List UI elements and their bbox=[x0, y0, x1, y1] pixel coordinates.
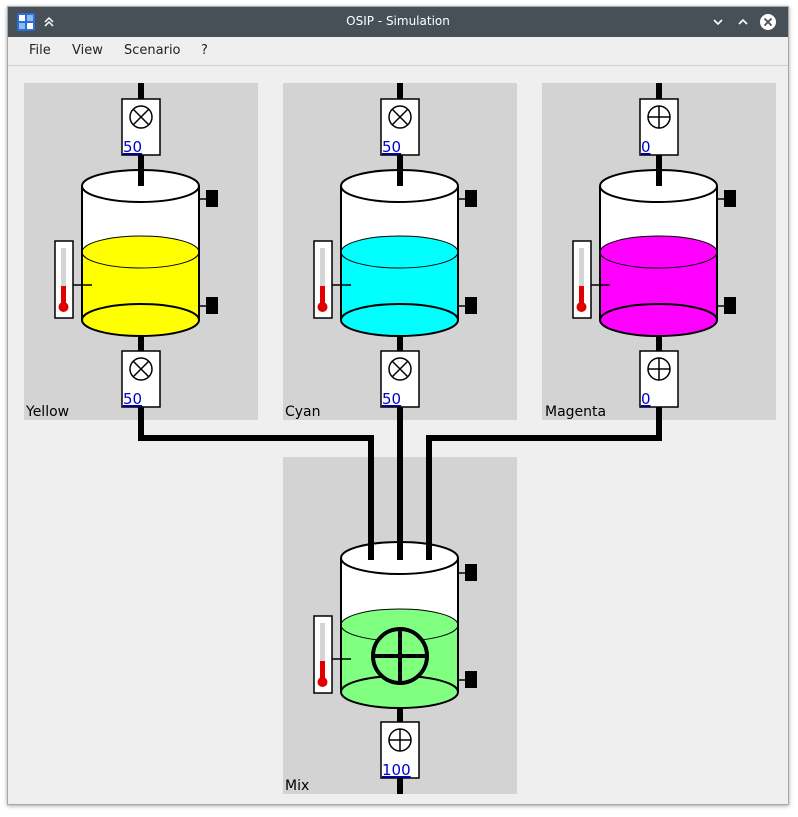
valve-mix-outlet[interactable]: 100 bbox=[380, 721, 420, 779]
level-sensor-high bbox=[465, 564, 477, 581]
thermometer-icon bbox=[313, 615, 333, 694]
valve-closed-icon bbox=[129, 357, 153, 381]
simulation-canvas: 50 50 Yellow 50 50 Cyan 0 0 Magenta 100 … bbox=[24, 83, 776, 794]
valve-yellow-outlet-value[interactable]: 50 bbox=[123, 390, 142, 408]
valve-cyan-inlet[interactable]: 50 bbox=[380, 98, 420, 156]
tank-yellow-label: Yellow bbox=[25, 404, 69, 420]
tank-cyan-label: Cyan bbox=[285, 404, 321, 420]
valve-open-icon bbox=[647, 105, 671, 129]
valve-cyan-outlet-value[interactable]: 50 bbox=[382, 390, 401, 408]
valve-cyan-outlet[interactable]: 50 bbox=[380, 350, 420, 408]
mixer-button[interactable] bbox=[371, 627, 429, 685]
valve-magenta-inlet[interactable]: 0 bbox=[639, 98, 679, 156]
thermometer-icon bbox=[313, 240, 333, 319]
valve-magenta-outlet-value[interactable]: 0 bbox=[641, 390, 651, 408]
level-sensor-high bbox=[724, 190, 736, 207]
valve-mix-outlet-value[interactable]: 100 bbox=[382, 761, 411, 779]
valve-closed-icon bbox=[388, 105, 412, 129]
valve-yellow-outlet[interactable]: 50 bbox=[121, 350, 161, 408]
level-sensor-low bbox=[724, 297, 736, 314]
valve-closed-icon bbox=[129, 105, 153, 129]
level-sensor-low bbox=[465, 671, 477, 688]
thermometer-icon bbox=[572, 240, 592, 319]
level-sensor-high bbox=[206, 190, 218, 207]
level-sensor-low bbox=[206, 297, 218, 314]
valve-open-icon bbox=[647, 357, 671, 381]
valve-cyan-inlet-value[interactable]: 50 bbox=[382, 138, 401, 156]
valve-magenta-outlet[interactable]: 0 bbox=[639, 350, 679, 408]
level-sensor-low bbox=[465, 297, 477, 314]
valve-magenta-inlet-value[interactable]: 0 bbox=[641, 138, 651, 156]
level-sensor-high bbox=[465, 190, 477, 207]
thermometer-icon bbox=[54, 240, 74, 319]
valve-yellow-inlet[interactable]: 50 bbox=[121, 98, 161, 156]
valve-yellow-inlet-value[interactable]: 50 bbox=[123, 138, 142, 156]
tank-mix-label: Mix bbox=[285, 778, 309, 794]
valve-open-icon bbox=[388, 728, 412, 752]
tank-magenta-label: Magenta bbox=[545, 404, 606, 420]
valve-closed-icon bbox=[388, 357, 412, 381]
